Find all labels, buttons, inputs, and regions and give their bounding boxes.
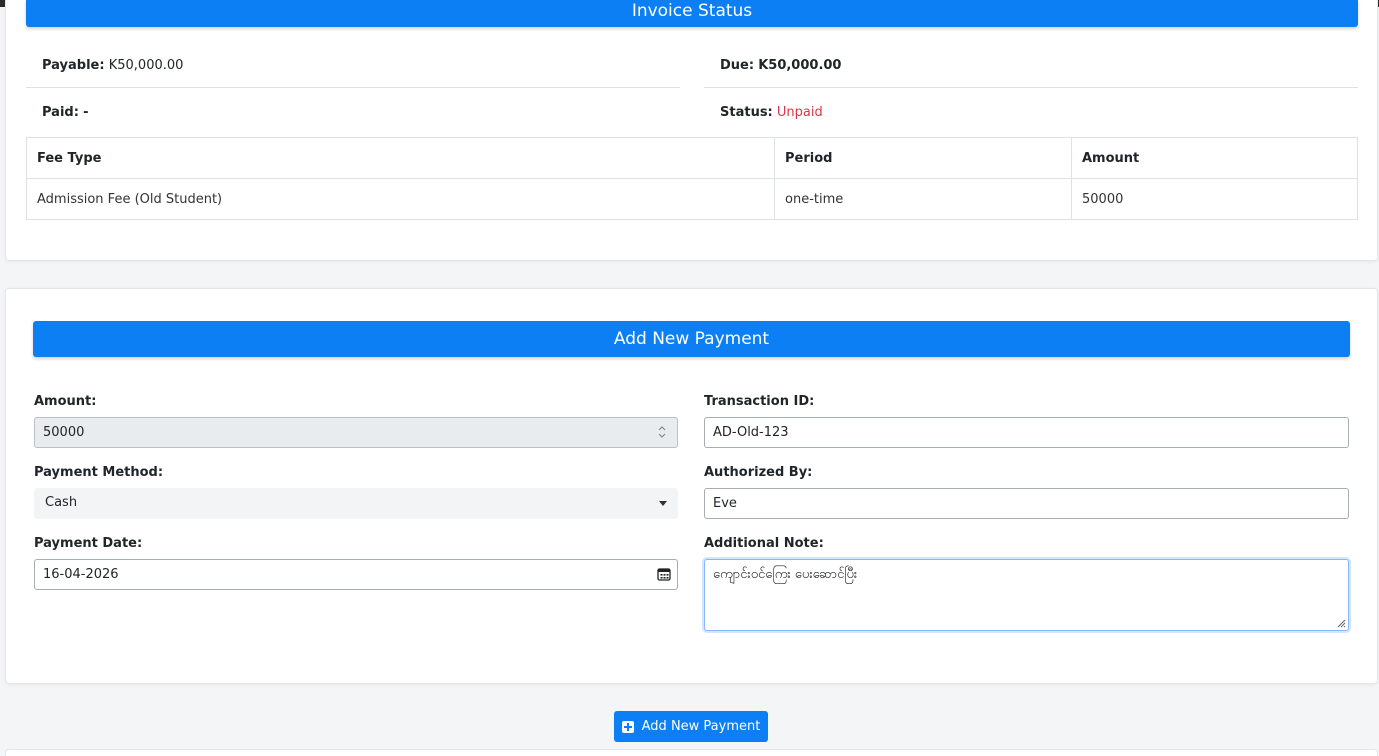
payment-date-input[interactable]: 16-04-2026 <box>34 559 678 590</box>
amount-label: Amount: <box>34 394 97 409</box>
payment-method-value: Cash <box>45 495 78 510</box>
paid-row: Paid: - <box>26 91 680 135</box>
fee-table: Fee Type Period Amount Admission Fee (Ol… <box>26 137 1358 220</box>
authorized-by-label: Authorized By: <box>704 465 813 480</box>
payable-value: K50,000.00 <box>108 58 184 73</box>
amount-cell: 50000 <box>1071 178 1358 220</box>
add-payment-header: Add New Payment <box>33 321 1350 357</box>
add-new-payment-button[interactable]: Add New Payment <box>614 711 768 742</box>
status-row: Status: Unpaid <box>704 91 1358 135</box>
due-value: K50,000.00 <box>758 58 842 73</box>
spinner-icon[interactable] <box>657 425 667 439</box>
payable-row: Payable: K50,000.00 <box>26 44 680 88</box>
invoice-status-header: Invoice Status <box>26 0 1358 27</box>
transaction-id-input[interactable]: AD-Old-123 <box>704 417 1349 448</box>
fee-type-cell: Admission Fee (Old Student) <box>26 178 775 220</box>
next-card-edge <box>5 749 1378 756</box>
fee-table-header-row: Fee Type Period Amount <box>26 137 1358 179</box>
plus-square-icon <box>621 720 634 733</box>
calendar-icon[interactable] <box>657 567 671 581</box>
period-header: Period <box>774 137 1072 179</box>
table-row: Admission Fee (Old Student) one-time 500… <box>26 178 1358 220</box>
amount-value: 50000 <box>43 425 85 440</box>
amount-input[interactable]: 50000 <box>34 417 678 448</box>
additional-note-textarea[interactable]: ကျောင်းဝင်ကြေး ပေးဆောင်ပြီး <box>704 559 1349 631</box>
fee-type-header: Fee Type <box>26 137 775 179</box>
chevron-down-icon <box>659 501 667 506</box>
period-cell: one-time <box>774 178 1072 220</box>
authorized-by-value: Eve <box>713 496 737 511</box>
additional-note-value: ကျောင်းဝင်ကြေး ပေးဆောင်ပြီး <box>713 567 858 582</box>
authorized-by-input[interactable]: Eve <box>704 488 1349 519</box>
paid-value: - <box>83 105 89 120</box>
transaction-id-label: Transaction ID: <box>704 394 815 409</box>
invoice-status-card: Invoice Status Payable: K50,000.00 Due: … <box>5 0 1378 261</box>
payment-form-card: Add New Payment Amount: 50000 Payment Me… <box>5 288 1378 684</box>
payment-date-label: Payment Date: <box>34 536 143 551</box>
due-label: Due: <box>720 58 755 73</box>
payment-method-select[interactable]: Cash <box>34 488 678 519</box>
resize-handle-icon[interactable] <box>1336 618 1346 628</box>
add-new-payment-button-label: Add New Payment <box>641 719 761 734</box>
payable-label: Payable: <box>42 58 105 73</box>
status-label: Status: <box>720 105 773 120</box>
additional-note-label: Additional Note: <box>704 536 824 551</box>
transaction-id-value: AD-Old-123 <box>713 425 789 440</box>
paid-label: Paid: <box>42 105 79 120</box>
payment-date-value: 16-04-2026 <box>43 567 119 582</box>
amount-header: Amount <box>1071 137 1358 179</box>
status-badge: Unpaid <box>776 105 823 120</box>
due-row: Due: K50,000.00 <box>704 44 1358 88</box>
payment-method-label: Payment Method: <box>34 465 164 480</box>
